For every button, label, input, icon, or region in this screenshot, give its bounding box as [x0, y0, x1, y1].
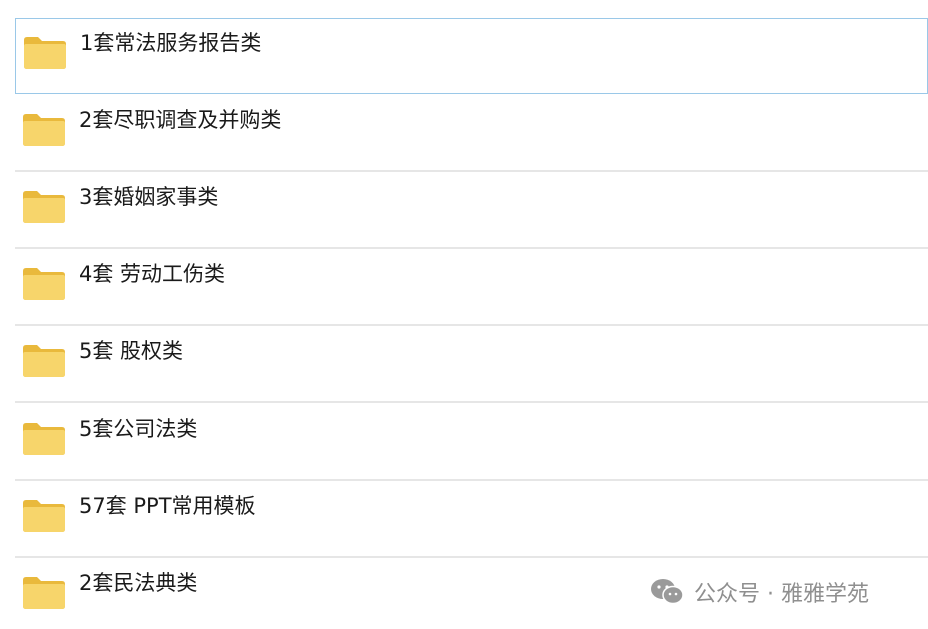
folder-icon [23, 268, 65, 300]
folder-icon [23, 191, 65, 223]
folder-row-7[interactable]: 57套 PPT常用模板 [15, 482, 928, 558]
folder-name: 3套婚姻家事类 [79, 185, 219, 209]
folder-icon [23, 345, 65, 377]
folder-row-3[interactable]: 3套婚姻家事类 [15, 173, 928, 249]
folder-row-2[interactable]: 2套尽职调查及并购类 [15, 96, 928, 172]
folder-name: 5套 股权类 [79, 339, 184, 363]
folder-list: 1套常法服务报告类 2套尽职调查及并购类 3套婚姻家事类 4套 劳动工伤类 5套… [0, 0, 928, 629]
watermark-text: 公众号 · 雅雅学苑 [694, 582, 869, 607]
folder-name: 1套常法服务报告类 [80, 31, 262, 55]
wechat-icon [651, 579, 684, 605]
watermark: 公众号 · 雅雅学苑 [650, 576, 869, 608]
folder-name: 57套 PPT常用模板 [79, 494, 256, 518]
folder-icon [23, 500, 65, 532]
folder-icon [23, 114, 65, 146]
folder-row-5[interactable]: 5套 股权类 [15, 327, 928, 403]
folder-row-4[interactable]: 4套 劳动工伤类 [15, 250, 928, 326]
folder-row-1[interactable]: 1套常法服务报告类 [15, 18, 928, 94]
folder-icon [24, 37, 66, 69]
folder-icon [23, 423, 65, 455]
folder-name: 2套尽职调查及并购类 [79, 108, 282, 132]
folder-name: 5套公司法类 [79, 417, 198, 441]
folder-name: 4套 劳动工伤类 [79, 262, 226, 286]
folder-icon [23, 577, 65, 609]
folder-row-6[interactable]: 5套公司法类 [15, 405, 928, 481]
folder-name: 2套民法典类 [79, 571, 198, 595]
